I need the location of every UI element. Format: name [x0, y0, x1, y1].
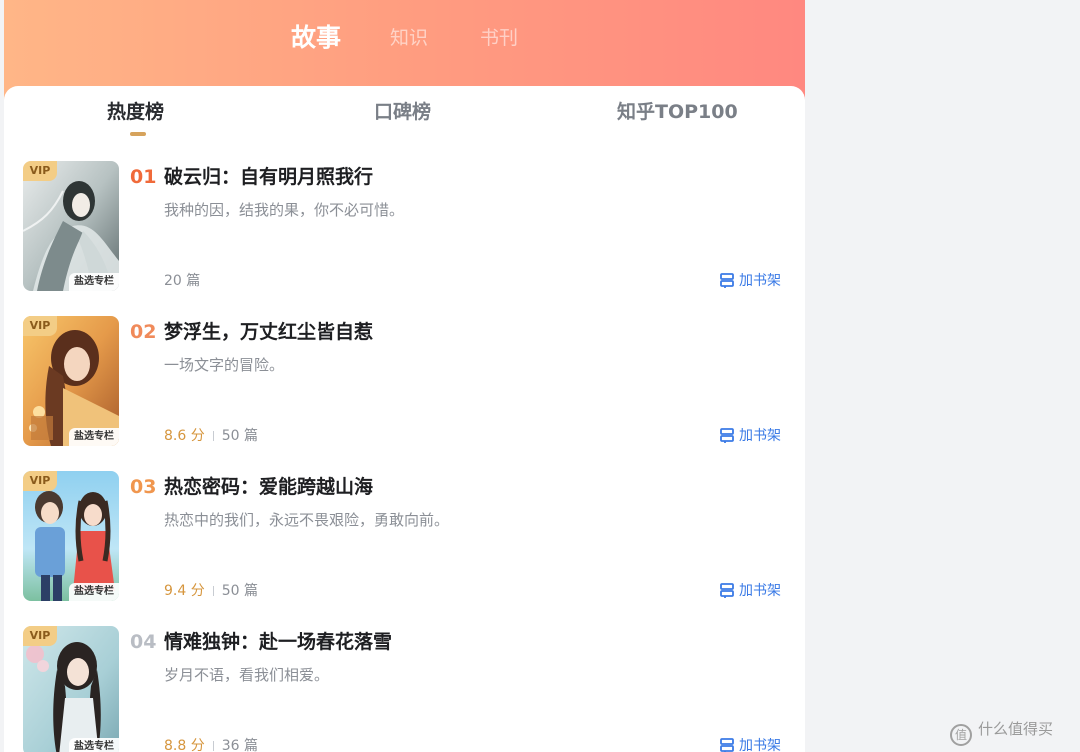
book-score: 8.6 分	[164, 428, 205, 444]
rank-number: 01	[130, 166, 157, 188]
bookshelf-icon	[720, 583, 734, 604]
tab-periodicals[interactable]: 书刊	[480, 18, 518, 58]
book-item[interactable]: VIP 盐选专栏 03 热恋密码：爱能跨越山海 热恋中的我们，永远不畏艰险，勇敢…	[4, 471, 805, 611]
bookshelf-icon	[720, 428, 734, 449]
top-tab-bar: 故事 知识 书刊	[4, 18, 805, 58]
book-score: 9.4 分	[164, 583, 205, 599]
tab-reputation-ranking[interactable]: 口碑榜	[374, 96, 431, 128]
rank-number: 04	[130, 631, 157, 653]
book-title[interactable]: 梦浮生，万丈红尘皆自惹	[164, 320, 373, 344]
ranking-sheet: 热度榜 口碑榜 知乎TOP100 VIP 盐选专栏 01 破云归：自有明月照我行…	[4, 86, 805, 752]
watermark-logo-icon: 值	[950, 724, 972, 746]
tab-zhihu-top100[interactable]: 知乎TOP100	[617, 96, 738, 128]
add-to-shelf-button[interactable]: 加书架	[720, 736, 781, 752]
book-cover[interactable]: VIP 盐选专栏	[23, 471, 119, 601]
book-description: 热恋中的我们，永远不畏艰险，勇敢向前。	[164, 511, 450, 529]
vip-badge: VIP	[23, 161, 57, 181]
book-meta: 20 篇	[164, 271, 200, 291]
book-title[interactable]: 破云归：自有明月照我行	[164, 165, 373, 189]
add-to-shelf-button[interactable]: 加书架	[720, 271, 781, 291]
rank-number: 03	[130, 476, 157, 498]
column-tag: 盐选专栏	[69, 738, 119, 752]
meta-divider	[212, 431, 214, 441]
chapter-count: 20 篇	[164, 273, 201, 289]
screen: 故事 知识 书刊 热度榜 口碑榜 知乎TOP100 VIP 盐选专栏 01 破云…	[0, 0, 1080, 752]
chapter-count: 50 篇	[221, 583, 258, 599]
bookshelf-icon	[720, 738, 734, 752]
column-tag: 盐选专栏	[69, 273, 119, 291]
book-item[interactable]: VIP 盐选专栏 02 梦浮生，万丈红尘皆自惹 一场文字的冒险。 8.6 分 50…	[4, 316, 805, 456]
book-meta: 9.4 分 50 篇	[164, 581, 258, 601]
book-description: 我种的因，结我的果，你不必可惜。	[164, 201, 405, 219]
add-to-shelf-button[interactable]: 加书架	[720, 581, 781, 601]
chapter-count: 36 篇	[221, 738, 258, 752]
add-to-shelf-label: 加书架	[739, 428, 781, 444]
add-to-shelf-label: 加书架	[739, 738, 781, 752]
column-tag: 盐选专栏	[69, 428, 119, 446]
book-score: 8.8 分	[164, 738, 205, 752]
site-watermark: 值什么值得买	[950, 716, 1054, 746]
add-to-shelf-label: 加书架	[739, 273, 781, 289]
add-to-shelf-button[interactable]: 加书架	[720, 426, 781, 446]
column-tag: 盐选专栏	[69, 583, 119, 601]
tab-knowledge[interactable]: 知识	[390, 18, 428, 58]
rank-number: 02	[130, 321, 157, 343]
book-title[interactable]: 热恋密码：爱能跨越山海	[164, 475, 373, 499]
book-description: 一场文字的冒险。	[164, 356, 285, 374]
book-cover[interactable]: VIP 盐选专栏	[23, 626, 119, 752]
tab-hot-ranking[interactable]: 热度榜	[107, 96, 164, 128]
bookshelf-icon	[720, 273, 734, 294]
book-meta: 8.6 分 50 篇	[164, 426, 258, 446]
book-cover[interactable]: VIP 盐选专栏	[23, 316, 119, 446]
book-description: 岁月不语，看我们相爱。	[164, 666, 330, 684]
book-item[interactable]: VIP 盐选专栏 01 破云归：自有明月照我行 我种的因，结我的果，你不必可惜。…	[4, 161, 805, 301]
tab-stories[interactable]: 故事	[291, 18, 341, 58]
add-to-shelf-label: 加书架	[739, 583, 781, 599]
vip-badge: VIP	[23, 471, 57, 491]
book-item[interactable]: VIP 盐选专栏 04 情难独钟：赴一场春花落雪 岁月不语，看我们相爱。 8.8…	[4, 626, 805, 752]
meta-divider	[212, 586, 214, 596]
vip-badge: VIP	[23, 626, 57, 646]
book-title[interactable]: 情难独钟：赴一场春花落雪	[164, 630, 392, 654]
active-tab-indicator	[130, 132, 146, 136]
watermark-text: 什么值得买	[978, 720, 1054, 738]
vip-badge: VIP	[23, 316, 57, 336]
chapter-count: 50 篇	[221, 428, 258, 444]
book-cover[interactable]: VIP 盐选专栏	[23, 161, 119, 291]
meta-divider	[212, 741, 214, 751]
app-panel: 故事 知识 书刊 热度榜 口碑榜 知乎TOP100 VIP 盐选专栏 01 破云…	[4, 0, 805, 752]
book-meta: 8.8 分 36 篇	[164, 736, 258, 752]
